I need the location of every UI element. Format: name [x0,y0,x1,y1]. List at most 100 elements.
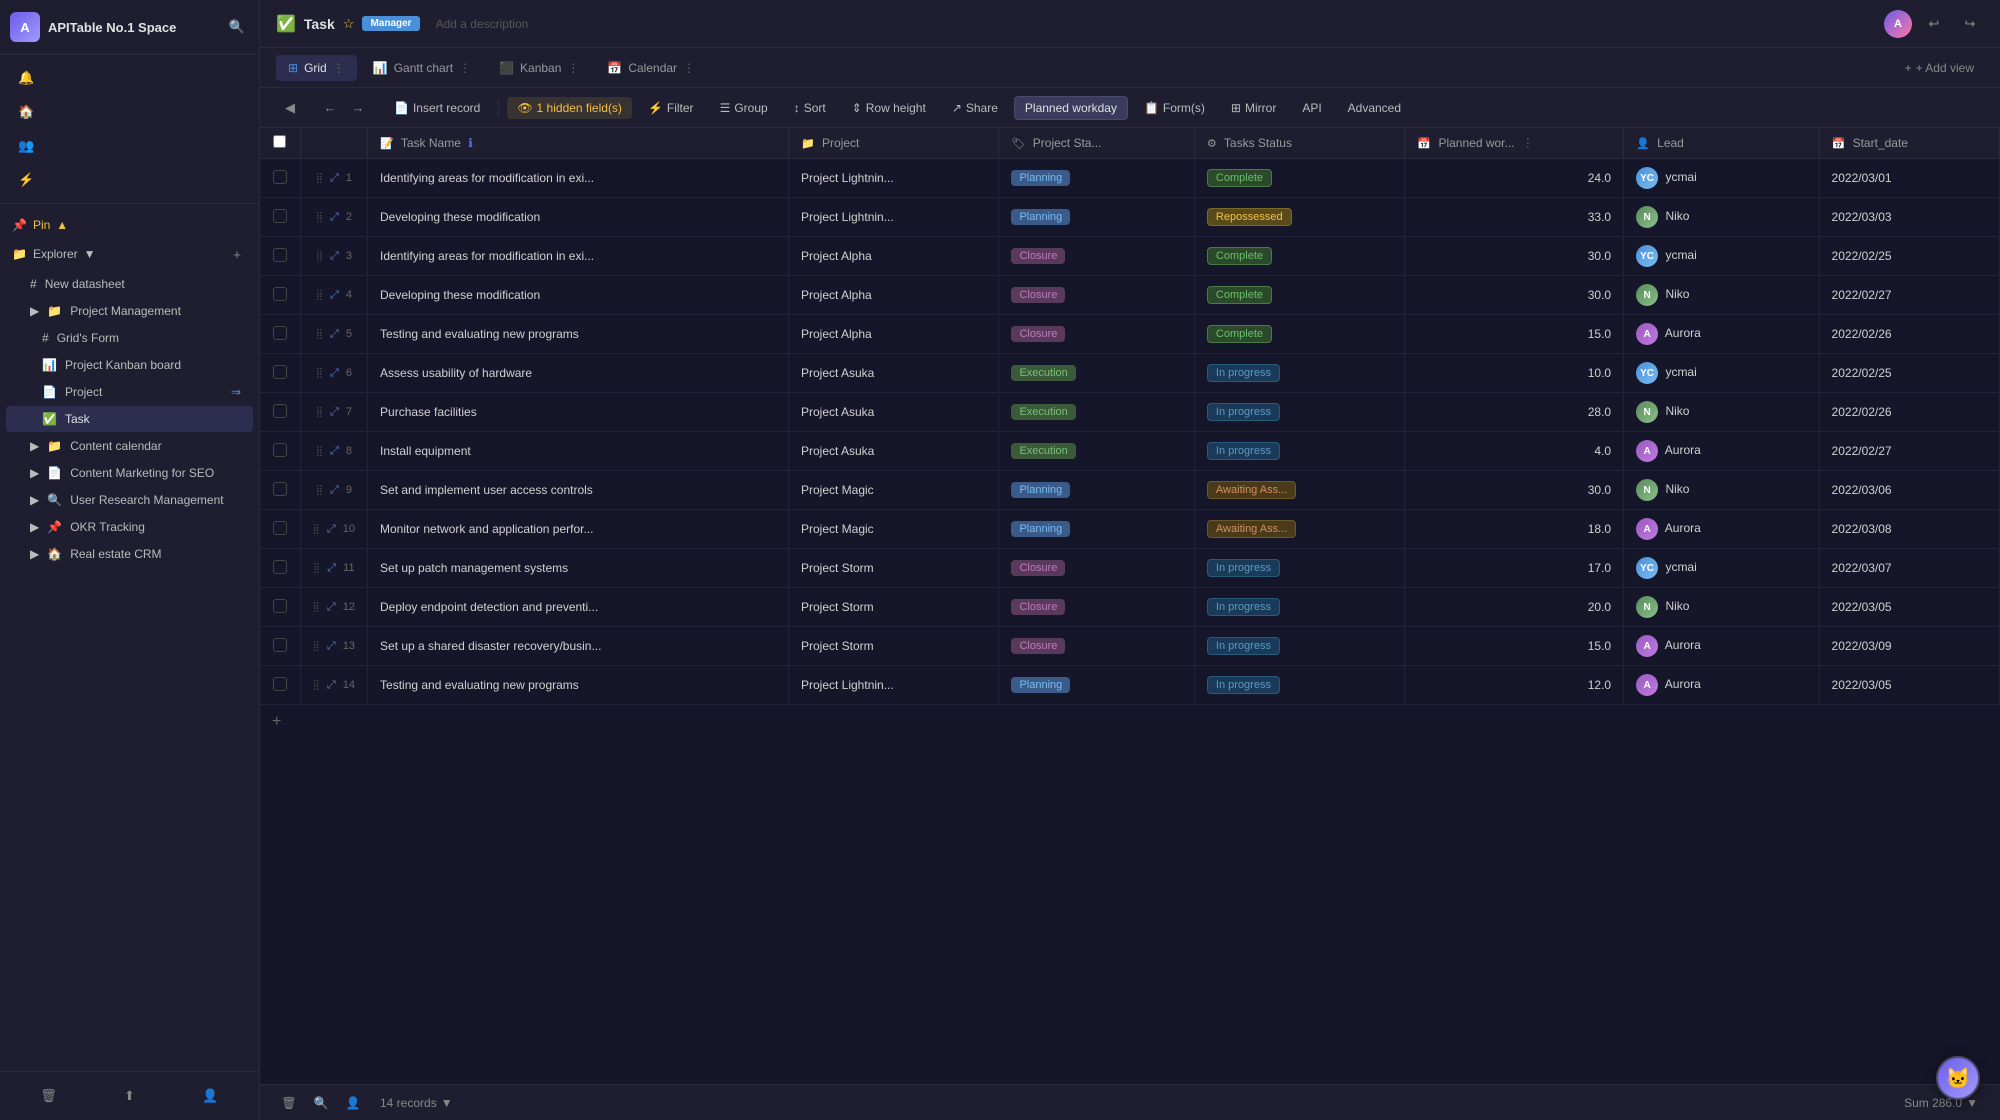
row-checkbox[interactable] [273,521,287,535]
drag-handle[interactable]: ⣿ [313,563,320,574]
kanban-tab-more[interactable]: ⋮ [567,61,579,75]
sidebar-item-real-estate[interactable]: ▶ 🏠 Real estate CRM [6,541,253,567]
description-placeholder[interactable]: Add a description [436,17,529,31]
row-expand-button[interactable]: ⤢ [330,250,339,262]
row-checkbox[interactable] [273,248,287,262]
sidebar-item-new-datasheet[interactable]: # New datasheet [6,271,253,297]
sidebar-item-okr[interactable]: ▶ 📌 OKR Tracking [6,514,253,540]
back-button[interactable]: ← [318,96,342,120]
search-button[interactable]: 🔍 [225,15,249,39]
drag-handle[interactable]: ⣿ [313,680,320,691]
api-button[interactable]: API [1292,97,1331,119]
forward-button[interactable]: → [346,96,370,120]
user-bottom-button[interactable]: 👤 [340,1090,366,1116]
row-expand-button[interactable]: ⤢ [327,562,336,574]
task-status-badge[interactable]: In progress [1207,676,1280,694]
grid-tab-more[interactable]: ⋮ [333,61,345,75]
sidebar-toggle-button[interactable]: ◀ [276,94,304,122]
trash-button[interactable]: 🗑 [33,1080,65,1112]
task-status-badge[interactable]: In progress [1207,637,1280,655]
drag-handle[interactable]: ⣿ [316,173,323,184]
task-status-badge[interactable]: In progress [1207,364,1280,382]
row-expand-button[interactable]: ⤢ [327,601,336,613]
advanced-button[interactable]: Advanced [1338,97,1411,119]
row-expand-button[interactable]: ⤢ [330,328,339,340]
task-status-badge[interactable]: Complete [1207,247,1272,265]
calendar-tab-more[interactable]: ⋮ [683,61,695,75]
table-row[interactable]: ⣿ ⤢ 2 Developing these modification Proj… [260,198,2000,237]
task-status-badge[interactable]: Complete [1207,169,1272,187]
task-status-badge[interactable]: In progress [1207,442,1280,460]
row-expand-button[interactable]: ⤢ [330,367,339,379]
proj-status-badge[interactable]: Planning [1011,521,1070,537]
row-checkbox[interactable] [273,209,287,223]
drag-handle[interactable]: ⣿ [313,641,320,652]
row-checkbox[interactable] [273,404,287,418]
row-expand-button[interactable]: ⤢ [327,523,336,535]
drag-handle[interactable]: ⣿ [316,485,323,496]
proj-status-badge[interactable]: Closure [1011,248,1065,264]
table-row[interactable]: ⣿ ⤢ 3 Identifying areas for modification… [260,237,2000,276]
task-status-badge[interactable]: In progress [1207,559,1280,577]
row-expand-button[interactable]: ⤢ [330,406,339,418]
add-row-button[interactable]: + [260,705,2000,739]
col-project-status[interactable]: 🏷 Project Sta... [999,128,1194,159]
proj-status-badge[interactable]: Closure [1011,287,1065,303]
table-row[interactable]: ⣿ ⤢ 10 Monitor network and application p… [260,510,2000,549]
sidebar-item-content-cal[interactable]: ▶ 📁 Content calendar [6,433,253,459]
row-checkbox[interactable] [273,365,287,379]
search-bottom-button[interactable]: 🔍 [308,1090,334,1116]
select-all-checkbox[interactable] [273,135,286,148]
trash-bottom-button[interactable]: 🗑 [276,1090,302,1116]
insert-record-button[interactable]: 📄 Insert record [384,97,490,119]
row-checkbox[interactable] [273,638,287,652]
task-status-badge[interactable]: Complete [1207,286,1272,304]
explorer-label[interactable]: 📁 Explorer ▼ [12,247,96,261]
task-status-badge[interactable]: Complete [1207,325,1272,343]
table-row[interactable]: ⣿ ⤢ 5 Testing and evaluating new program… [260,315,2000,354]
drag-handle[interactable]: ⣿ [316,251,323,262]
table-row[interactable]: ⣿ ⤢ 14 Testing and evaluating new progra… [260,666,2000,705]
sidebar-item-project[interactable]: 📄 Project ⇒ [6,379,253,405]
col-planned[interactable]: 📅 Planned wor... ⋮ [1405,128,1624,159]
row-expand-button[interactable]: ⤢ [330,484,339,496]
task-status-badge[interactable]: Repossessed [1207,208,1292,226]
pin-section[interactable]: 📌 Pin ▲ [0,212,259,238]
sum-button[interactable]: Sum 286.0 ▼ [1898,1094,1984,1112]
col-start-date[interactable]: 📅 Start_date [1819,128,1999,159]
col-lead[interactable]: 👤 Lead [1624,128,1819,159]
table-row[interactable]: ⣿ ⤢ 12 Deploy endpoint detection and pre… [260,588,2000,627]
sidebar-item-kanban[interactable]: 📊 Project Kanban board [6,352,253,378]
form-button[interactable]: 📋 Form(s) [1134,97,1215,119]
share-button[interactable]: ↗ Share [942,97,1008,119]
proj-status-badge[interactable]: Closure [1011,326,1065,342]
sidebar-item-grids-form[interactable]: # Grid's Form [6,325,253,351]
row-expand-button[interactable]: ⤢ [327,679,336,691]
drag-handle[interactable]: ⣿ [316,212,323,223]
drag-handle[interactable]: ⣿ [316,446,323,457]
table-row[interactable]: ⣿ ⤢ 6 Assess usability of hardware Proje… [260,354,2000,393]
add-item-button[interactable]: + [227,244,247,264]
sidebar-item-user-research[interactable]: ▶ 🔍 User Research Management [6,487,253,513]
drag-handle[interactable]: ⣿ [316,290,323,301]
hidden-fields-button[interactable]: 👁 1 hidden field(s) [507,97,632,119]
tab-grid[interactable]: ⊞ Grid ⋮ [276,55,357,81]
col-tasks-status[interactable]: ⚙ Tasks Status [1194,128,1404,159]
row-expand-button[interactable]: ⤢ [330,289,339,301]
filter-button[interactable]: ⚡ Filter [638,97,704,119]
tab-gantt[interactable]: 📊 Gantt chart ⋮ [361,55,483,81]
records-count-button[interactable]: 14 records ▼ [374,1094,459,1112]
floating-avatar[interactable]: 🐱 [1936,1056,1980,1100]
gantt-tab-more[interactable]: ⋮ [459,61,471,75]
table-row[interactable]: ⣿ ⤢ 9 Set and implement user access cont… [260,471,2000,510]
col-project[interactable]: 📁 Project [788,128,998,159]
row-checkbox[interactable] [273,560,287,574]
proj-status-badge[interactable]: Planning [1011,482,1070,498]
row-checkbox[interactable] [273,326,287,340]
add-view-button[interactable]: + + Add view [1895,57,1984,79]
proj-status-badge[interactable]: Planning [1011,170,1070,186]
row-checkbox[interactable] [273,287,287,301]
row-expand-button[interactable]: ⤢ [327,640,336,652]
table-row[interactable]: ⣿ ⤢ 7 Purchase facilities Project Asuka … [260,393,2000,432]
group-button[interactable]: ☰ Group [710,97,778,119]
